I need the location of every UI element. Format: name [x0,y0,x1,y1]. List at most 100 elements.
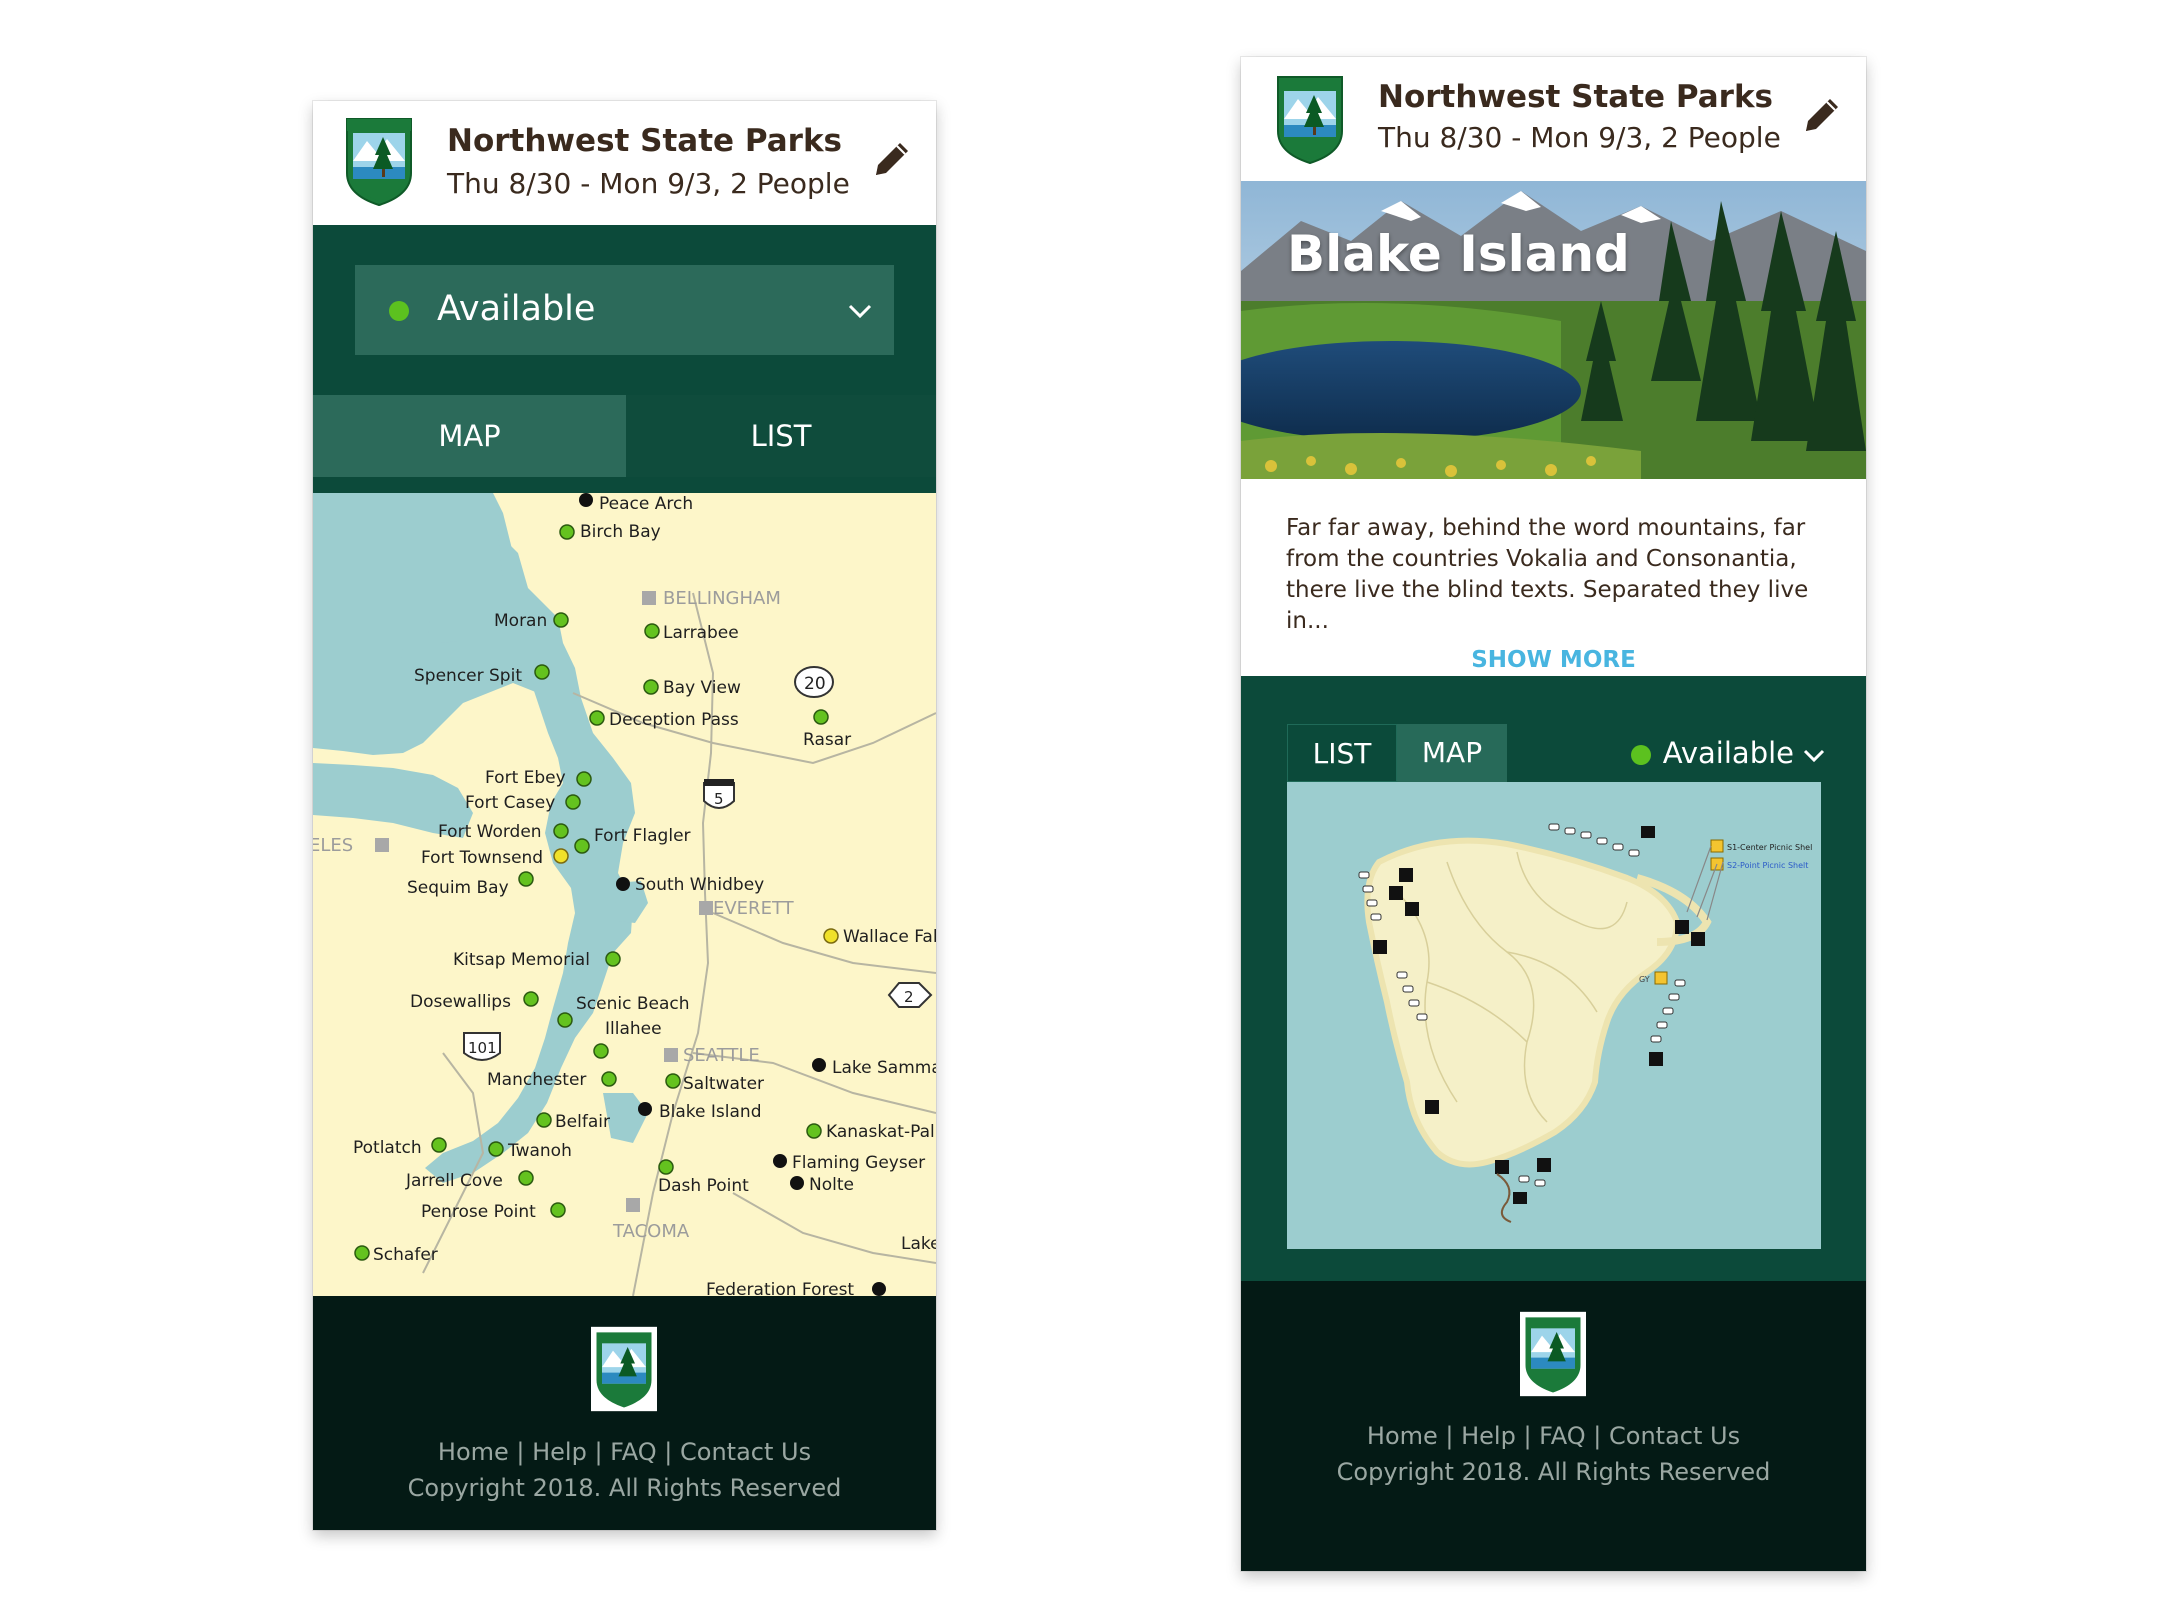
trip-dates: Thu 8/30 - Mon 9/3, 2 People [447,167,850,200]
parks-map-canvas[interactable]: BELLINGHAM EVERETT SEATTLE TACOMA ELES 2… [313,493,936,1296]
park-marker-dosewallips[interactable]: Dosewallips [410,991,539,1012]
park-marker-penrose-point[interactable]: Penrose Point [421,1202,566,1222]
washington-parks-logo-icon[interactable] [591,1326,657,1412]
park-marker-twanoh[interactable]: Twanoh [488,1141,572,1161]
footer-link-contact[interactable]: Contact Us [1609,1422,1740,1450]
map-gy-label: GY [1639,975,1650,984]
pencil-edit-icon[interactable] [1800,93,1844,137]
svg-text:Scenic Beach: Scenic Beach [576,994,690,1014]
show-more-link[interactable]: SHOW MORE [1241,647,1866,673]
park-marker-fort-townsend[interactable]: Fort Townsend [421,848,569,868]
park-marker-south-whidbey[interactable]: South Whidbey [616,875,764,895]
park-marker-peace-arch[interactable]: Peace Arch [579,493,693,514]
svg-text:Moran: Moran [494,611,547,631]
footer-separator: | [508,1438,533,1466]
park-marker-lake-sammamish[interactable]: Lake Samma [812,1058,936,1078]
park-marker-federation-forest[interactable]: Federation Forest [706,1280,886,1296]
park-marker-bay-view[interactable]: Bay View [643,678,741,698]
footer-link-help[interactable]: Help [1461,1422,1516,1450]
park-marker-manchester[interactable]: Manchester [487,1070,617,1090]
washington-parks-logo-icon[interactable] [343,115,415,207]
washington-parks-logo-icon[interactable] [1274,73,1346,165]
svg-text:2: 2 [904,988,914,1006]
highway-shield-20: 20 [794,666,834,698]
footer-copyright: Copyright 2018. All Rights Reserved [407,1474,842,1502]
park-marker-jarrell-cove[interactable]: Jarrell Cove [405,1170,534,1191]
park-marker-wallace-falls[interactable]: Wallace Fal [823,927,936,947]
svg-text:South Whidbey: South Whidbey [635,875,764,895]
svg-text:Lake Samma: Lake Samma [832,1058,936,1078]
footer-link-help[interactable]: Help [532,1438,587,1466]
city-label: EVERETT [713,898,795,919]
park-marker-birch-bay[interactable]: Birch Bay [559,522,661,542]
park-marker-flaming-geyser[interactable]: Flaming Geyser [773,1153,925,1173]
map-gy-marker [1654,971,1668,985]
park-marker-lake[interactable]: Lake [901,1234,936,1254]
park-marker-deception-pass[interactable]: Deception Pass [589,710,739,730]
tab-list[interactable]: LIST [626,395,936,477]
park-marker-schafer[interactable]: Schafer [354,1245,438,1265]
map-legend-marker [1710,839,1724,853]
blake-island-map[interactable]: S1-Center Picnic Shel S2-Point Picnic Sh… [1287,782,1821,1249]
park-marker-nolte[interactable]: Nolte [790,1175,854,1195]
svg-text:Nolte: Nolte [809,1175,854,1195]
svg-text:Saltwater: Saltwater [683,1074,764,1094]
svg-text:Fort Townsend: Fort Townsend [421,848,543,868]
park-marker-potlatch[interactable]: Potlatch [353,1137,447,1158]
description-text: Far far away, behind the word mountains,… [1286,515,1809,634]
svg-text:Birch Bay: Birch Bay [580,522,661,542]
svg-text:Deception Pass: Deception Pass [609,710,739,730]
svg-text:20: 20 [804,674,826,694]
tab-map[interactable]: MAP [1397,724,1507,782]
chevron-down-icon [1803,749,1825,763]
svg-text:Sequim Bay: Sequim Bay [407,878,509,898]
tab-map[interactable]: MAP [313,395,626,477]
svg-text:Rasar: Rasar [803,730,851,750]
svg-text:101: 101 [468,1039,497,1057]
map-legend-label: S1-Center Picnic Shel [1727,843,1812,852]
availability-label: Available [437,289,596,329]
svg-text:Blake Island: Blake Island [659,1102,761,1122]
app-title: Northwest State Parks [447,123,843,159]
footer-link-faq[interactable]: FAQ [610,1438,657,1466]
park-marker-sequim-bay[interactable]: Sequim Bay [407,871,534,898]
park-marker-kanaskat-palmer[interactable]: Kanaskat-Pal [806,1122,935,1142]
park-marker-rasar[interactable]: Rasar [803,709,851,750]
availability-select[interactable]: Available [355,265,894,355]
washington-parks-logo-icon[interactable] [1520,1311,1586,1397]
highway-shield-5: 5 [703,779,735,809]
footer-link-faq[interactable]: FAQ [1539,1422,1586,1450]
svg-text:Fort Worden: Fort Worden [438,822,542,842]
app-title: Northwest State Parks [1378,79,1774,115]
park-marker-blake-island[interactable]: Blake Island [638,1102,761,1122]
footer-link-home[interactable]: Home [1367,1422,1438,1450]
availability-select[interactable]: Available [1630,724,1826,782]
city-marker [642,591,656,605]
park-marker-illahee[interactable]: Illahee [593,1019,662,1059]
city-marker [664,1048,678,1062]
svg-text:Kitsap Memorial: Kitsap Memorial [453,950,590,970]
view-tabs: MAP LIST [313,395,936,477]
svg-text:Belfair: Belfair [555,1112,610,1132]
filter-panel: Available MAP LIST [313,225,936,493]
footer-separator: | [1437,1422,1462,1450]
city-label: ELES [313,835,353,856]
pencil-edit-icon[interactable] [870,137,914,181]
park-hero-image: Blake Island [1241,181,1866,479]
tab-list[interactable]: LIST [1287,724,1397,782]
svg-text:Schafer: Schafer [373,1245,438,1265]
trip-dates: Thu 8/30 - Mon 9/3, 2 People [1378,121,1781,154]
parks-map[interactable]: BELLINGHAM EVERETT SEATTLE TACOMA ELES 2… [313,493,936,1296]
park-description: Far far away, behind the word mountains,… [1241,479,1866,676]
phone-map-view: Northwest State Parks Thu 8/30 - Mon 9/3… [313,101,936,1530]
svg-text:Penrose Point: Penrose Point [421,1202,536,1222]
park-marker-larrabee[interactable]: Larrabee [644,623,739,643]
svg-text:Lake: Lake [901,1234,936,1254]
park-marker-belfair[interactable]: Belfair [536,1112,610,1132]
footer: Home | Help | FAQ | Contact Us Copyright… [1241,1281,1866,1571]
footer-link-contact[interactable]: Contact Us [680,1438,811,1466]
park-marker-dash-point[interactable]: Dash Point [658,1159,749,1196]
footer-link-home[interactable]: Home [438,1438,509,1466]
city-label: TACOMA [612,1221,690,1242]
footer-separator: | [586,1438,611,1466]
